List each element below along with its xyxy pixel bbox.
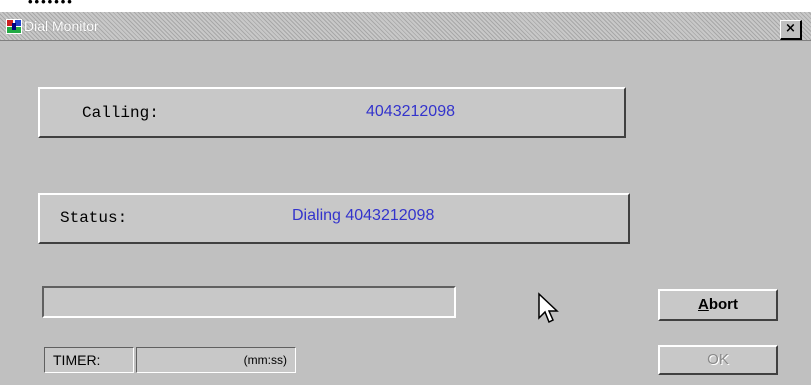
timer-label: TIMER: [44, 347, 134, 373]
close-button[interactable]: × [780, 20, 802, 40]
ok-button[interactable]: OK [658, 345, 778, 375]
background-window-strip: ••••••• [0, 0, 811, 12]
background-window-text: ••••••• [28, 0, 74, 9]
timer-display: (mm:ss) [136, 347, 296, 373]
abort-button[interactable]: Abort [658, 289, 778, 321]
status-label: Status: [60, 209, 128, 227]
status-text: Dialing 4043212098 [292, 207, 435, 224]
mouse-pointer-icon [537, 292, 561, 328]
close-icon: × [785, 21, 796, 36]
timer-unit: (mm:ss) [243, 353, 287, 367]
calling-panel: Calling: 4043212098 [38, 87, 626, 138]
ok-label: OK [707, 351, 729, 368]
abort-accelerator: A [697, 296, 709, 313]
window-title: Dial Monitor [24, 18, 99, 34]
calling-label: Calling: [82, 104, 159, 122]
phone-modem-icon [6, 19, 22, 34]
title-bar[interactable]: Dial Monitor × [0, 12, 811, 41]
status-panel: Status: Dialing 4043212098 [38, 193, 630, 244]
calling-number: 4043212098 [366, 103, 455, 120]
dial-progress-bar [42, 286, 456, 318]
abort-label: bort [708, 296, 738, 313]
